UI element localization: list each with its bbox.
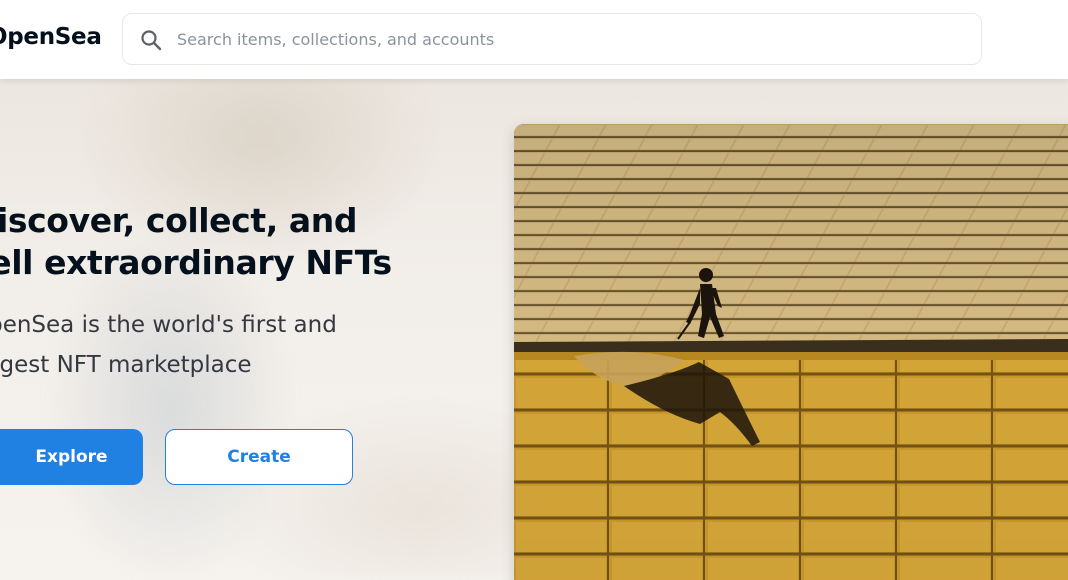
top-navbar: OpenSea [0,0,1068,79]
hero-title: Discover, collect, and sell extraordinar… [0,201,392,282]
featured-nft-image[interactable] [514,124,1068,580]
page: OpenSea Discover, collect, and sell extr… [0,0,1068,580]
logo-text[interactable]: OpenSea [0,24,102,50]
hero-subtitle: OpenSea is the world's first and largest… [0,312,337,378]
search-bar[interactable] [122,13,982,65]
hero-section: Discover, collect, and sell extraordinar… [0,79,1068,580]
featured-artwork [514,124,1068,580]
explore-button[interactable]: Explore [0,429,143,485]
search-icon [141,30,162,51]
search-input[interactable] [175,14,955,64]
create-button[interactable]: Create [165,429,353,485]
